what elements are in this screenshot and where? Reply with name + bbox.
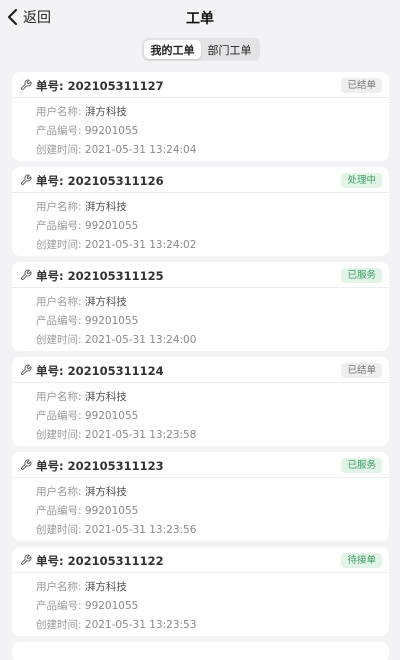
created-time-row: 创建时间: 2021-05-31 13:24:00 (36, 334, 197, 346)
order-number: 单号: 202105311122 (36, 554, 164, 568)
order-card[interactable]: 单号: 202105311124 已结单 用户名称: 湃方科技 产品编号: 99… (12, 357, 389, 446)
product-number-row: 产品编号: 99201055 (36, 220, 139, 232)
user-name-row: 用户名称: 湃方科技 (36, 486, 127, 498)
wrench-icon (20, 174, 32, 186)
wrench-icon (20, 364, 32, 376)
tab-my-orders[interactable]: 我的工单 (144, 40, 201, 59)
nav-bar: 返回 工单 (0, 0, 400, 34)
order-number: 单号: 202105311126 (36, 174, 164, 188)
order-card[interactable]: 单号: 202105311122 待接单 用户名称: 湃方科技 产品编号: 99… (12, 547, 389, 636)
user-name-row: 用户名称: 湃方科技 (36, 391, 127, 403)
order-card[interactable] (12, 642, 389, 660)
product-number-row: 产品编号: 99201055 (36, 125, 139, 137)
status-badge: 已结单 (341, 363, 382, 378)
created-time-row: 创建时间: 2021-05-31 13:23:56 (36, 524, 197, 536)
order-card-header: 单号: 202105311123 已服务 (12, 452, 389, 478)
order-number: 单号: 202105311127 (36, 79, 164, 93)
created-time-row: 创建时间: 2021-05-31 13:24:02 (36, 239, 197, 251)
order-card[interactable]: 单号: 202105311123 已服务 用户名称: 湃方科技 产品编号: 99… (12, 452, 389, 541)
product-number-row: 产品编号: 99201055 (36, 315, 139, 327)
status-badge: 已服务 (341, 458, 382, 473)
product-number-row: 产品编号: 99201055 (36, 600, 139, 612)
order-number: 单号: 202105311124 (36, 364, 164, 378)
page-title: 工单 (186, 11, 214, 27)
created-time-row: 创建时间: 2021-05-31 13:24:04 (36, 144, 197, 156)
tab-switcher: 我的工单 部门工单 (142, 38, 260, 61)
order-list: 单号: 202105311127 已结单 用户名称: 湃方科技 产品编号: 99… (12, 72, 389, 660)
order-card[interactable]: 单号: 202105311125 已服务 用户名称: 湃方科技 产品编号: 99… (12, 262, 389, 351)
product-number-row: 产品编号: 99201055 (36, 505, 139, 517)
user-name-row: 用户名称: 湃方科技 (36, 201, 127, 213)
wrench-icon (20, 79, 32, 91)
status-badge: 待接单 (341, 553, 382, 568)
order-card-header: 单号: 202105311127 已结单 (12, 72, 389, 98)
user-name-row: 用户名称: 湃方科技 (36, 581, 127, 593)
status-badge: 处理中 (341, 173, 382, 188)
order-card[interactable]: 单号: 202105311126 处理中 用户名称: 湃方科技 产品编号: 99… (12, 167, 389, 256)
user-name-row: 用户名称: 湃方科技 (36, 106, 127, 118)
tab-department-orders[interactable]: 部门工单 (201, 40, 258, 59)
order-card-header: 单号: 202105311122 待接单 (12, 547, 389, 573)
order-card-header: 单号: 202105311126 处理中 (12, 167, 389, 193)
wrench-icon (20, 459, 32, 471)
product-number-row: 产品编号: 99201055 (36, 410, 139, 422)
order-card-header: 单号: 202105311124 已结单 (12, 357, 389, 383)
order-number: 单号: 202105311123 (36, 459, 164, 473)
wrench-icon (20, 269, 32, 281)
status-badge: 已服务 (341, 268, 382, 283)
user-name-row: 用户名称: 湃方科技 (36, 296, 127, 308)
created-time-row: 创建时间: 2021-05-31 13:23:58 (36, 429, 197, 441)
status-badge: 已结单 (341, 78, 382, 93)
wrench-icon (20, 554, 32, 566)
order-card[interactable]: 单号: 202105311127 已结单 用户名称: 湃方科技 产品编号: 99… (12, 72, 389, 161)
order-number: 单号: 202105311125 (36, 269, 164, 283)
created-time-row: 创建时间: 2021-05-31 13:23:53 (36, 619, 197, 631)
order-card-header: 单号: 202105311125 已服务 (12, 262, 389, 288)
